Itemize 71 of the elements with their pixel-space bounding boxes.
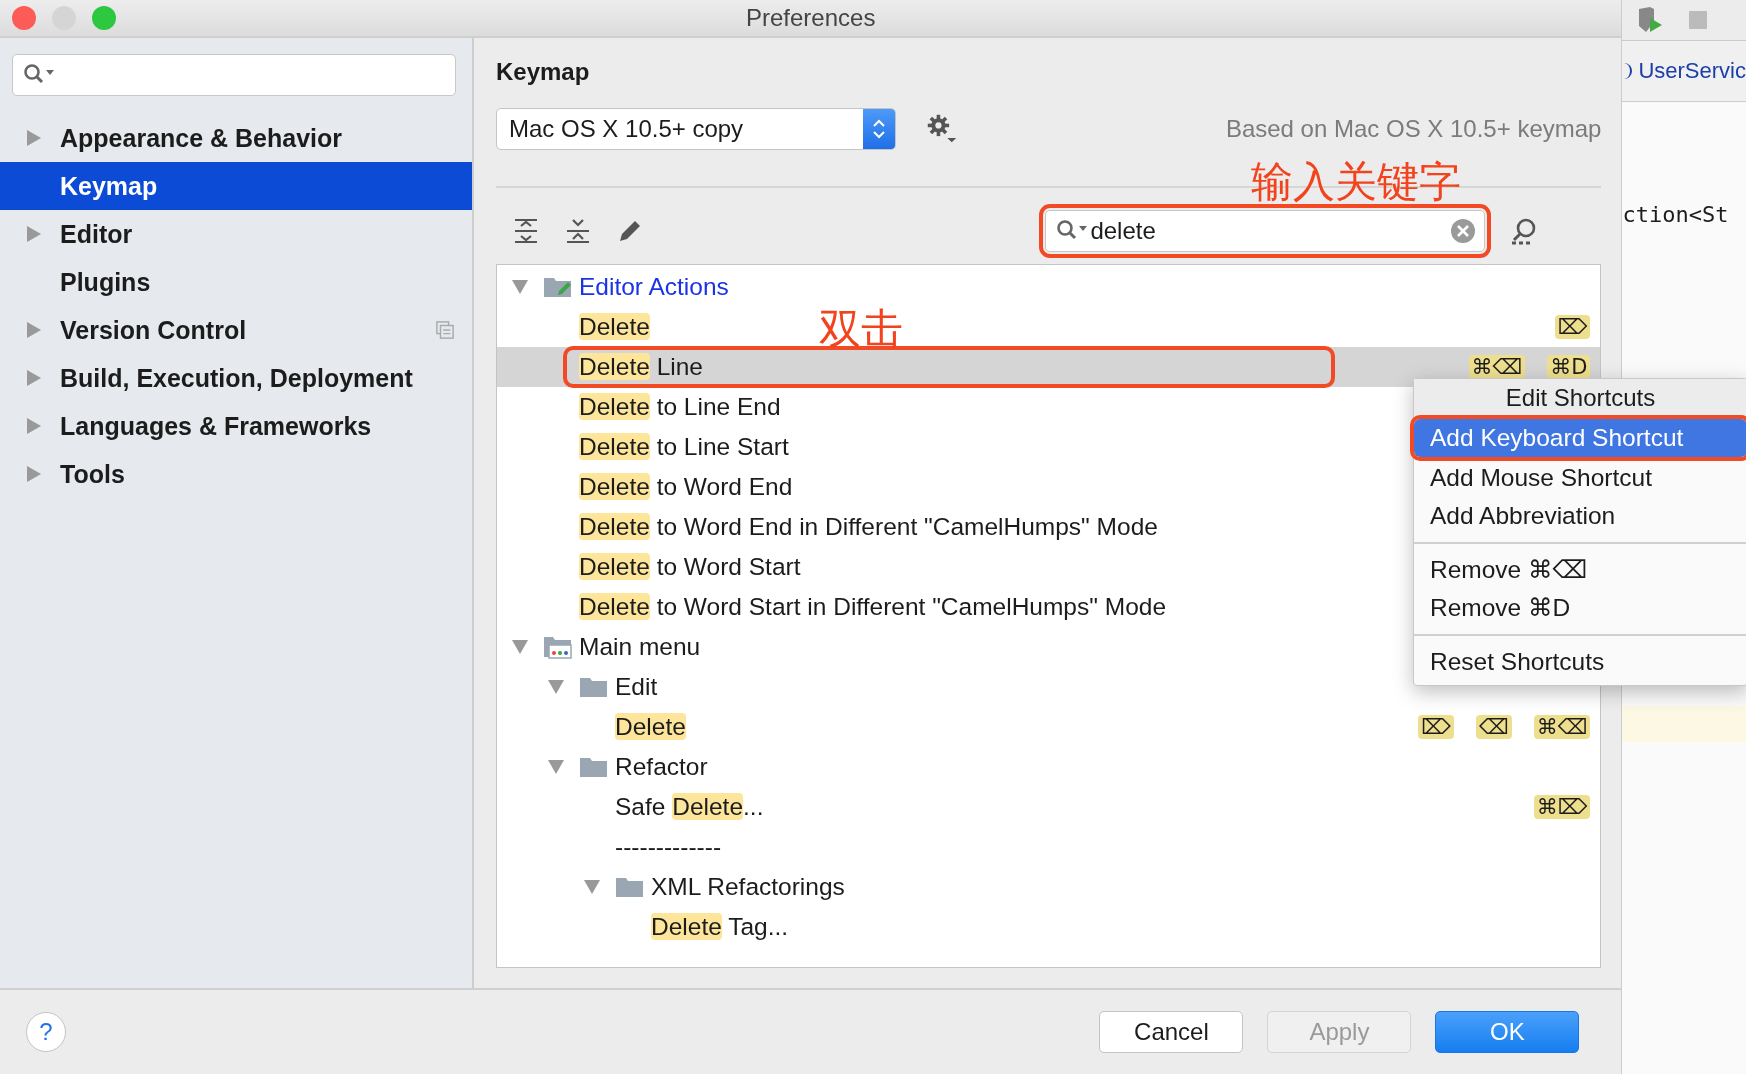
- clear-icon[interactable]: [1450, 218, 1477, 244]
- action-name: Delete: [579, 312, 650, 342]
- shortcut-key: ⌫: [1476, 715, 1512, 739]
- sidebar-item[interactable]: Tools: [0, 450, 472, 498]
- window-title: Preferences: [746, 4, 876, 32]
- action-name: Edit: [615, 672, 658, 702]
- folder-icon: [579, 675, 609, 699]
- search-field[interactable]: [12, 54, 456, 96]
- help-button[interactable]: ?: [26, 1012, 66, 1052]
- shortcut-key: ⌦: [1418, 715, 1454, 739]
- based-on-text: Based on Mac OS X 10.5+ keymap: [1225, 115, 1602, 143]
- annotation-text: 输入关键字: [1251, 157, 1462, 207]
- action-name: Delete to Word Start: [579, 552, 801, 582]
- page-title: Keymap: [496, 58, 590, 86]
- menu-item[interactable]: Reset Shortcuts: [1414, 643, 1746, 681]
- selected-row[interactable]: Delete Line ⌘⌫ ⌘D: [497, 347, 1601, 387]
- expand-arrow-icon[interactable]: [26, 417, 42, 435]
- collapse-all-icon[interactable]: [564, 217, 592, 245]
- action-name: Safe Delete...: [615, 792, 764, 822]
- expand-arrow-icon[interactable]: [26, 225, 42, 243]
- action-name: Delete to Word End in Different "CamelHumps" Mode: [579, 512, 1158, 542]
- action-name: Refactor: [615, 752, 708, 782]
- dialog-button[interactable]: Cancel: [1099, 1011, 1244, 1053]
- shortcut-key: ⌘⌦: [1533, 795, 1591, 819]
- action-name: Delete to Word End: [579, 472, 793, 502]
- expand-all-icon[interactable]: [512, 217, 540, 245]
- sidebar-item[interactable]: Version Control: [0, 306, 472, 354]
- folder-icon: [579, 755, 609, 779]
- action-name: Editor Actions: [579, 272, 729, 302]
- expand-arrow-icon[interactable]: [26, 465, 42, 483]
- action-name: Delete Tag...: [651, 912, 789, 942]
- collapse-arrow-icon[interactable]: [547, 679, 565, 695]
- sidebar-item[interactable]: Appearance & Behavior: [0, 114, 472, 162]
- shortcut-key: ⌘⌫: [1468, 355, 1526, 379]
- folder-pencil-icon: [543, 275, 573, 299]
- zoom-icon[interactable]: [92, 6, 116, 30]
- collapse-arrow-icon[interactable]: [511, 279, 529, 295]
- collapse-arrow-icon[interactable]: [583, 879, 601, 895]
- menu-item[interactable]: Remove ⌘D: [1414, 589, 1746, 627]
- expand-arrow-icon[interactable]: [26, 321, 42, 339]
- copy-icon: [436, 321, 454, 339]
- shortcut-key: ⌘⌫: [1533, 715, 1591, 739]
- action-name: XML Refactorings: [651, 872, 845, 902]
- code-line: ction<St: [1622, 202, 1729, 227]
- editor-tab[interactable]: UserServic: [1622, 41, 1746, 102]
- collapse-arrow-icon[interactable]: [511, 639, 529, 655]
- shortcut-key: ⌘D: [1547, 355, 1591, 379]
- menu-item[interactable]: Add Mouse Shortcut: [1414, 459, 1746, 497]
- collapse-arrow-icon[interactable]: [547, 759, 565, 775]
- sidebar-item[interactable]: Languages & Frameworks: [0, 402, 472, 450]
- menu-header: Edit Shortcuts: [1414, 379, 1746, 417]
- sidebar-item[interactable]: Build, Execution, Deployment: [0, 354, 472, 402]
- sidebar-item[interactable]: Editor: [0, 210, 472, 258]
- action-name: Delete to Line End: [579, 392, 781, 422]
- action-name: Main menu: [579, 632, 701, 662]
- action-name: Delete to Line Start: [579, 432, 789, 462]
- close-icon[interactable]: [12, 6, 36, 30]
- action-name: Delete to Word Start in Different "CamelHumps" Mode: [579, 592, 1167, 622]
- expand-arrow-icon[interactable]: [26, 129, 42, 147]
- menu-item[interactable]: Remove ⌘⌫: [1414, 551, 1746, 589]
- menu-item[interactable]: Add Abbreviation: [1414, 497, 1746, 535]
- expand-arrow-icon[interactable]: [26, 369, 42, 387]
- keymap-dropdown[interactable]: Mac OS X 10.5+ copy: [496, 108, 896, 150]
- action-name: Delete: [615, 712, 686, 742]
- stepper-arrows-icon: [872, 117, 886, 141]
- sidebar-item[interactable]: Keymap: [0, 162, 472, 210]
- shortcut-key: ⌦: [1554, 315, 1591, 339]
- menu-window-icon: [543, 635, 573, 659]
- action-name: -------------: [615, 832, 722, 862]
- folder-icon: [615, 875, 645, 899]
- sidebar-item[interactable]: Plugins: [0, 258, 472, 306]
